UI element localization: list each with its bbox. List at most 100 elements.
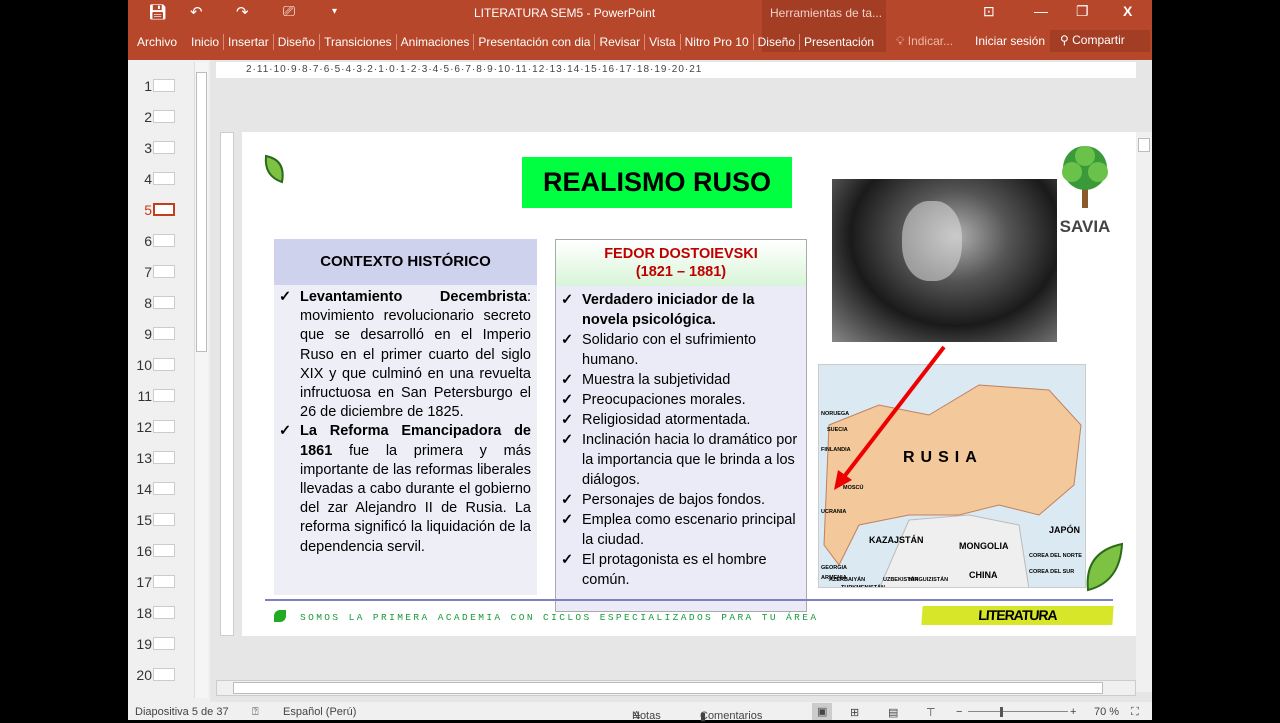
zoom-slider-thumb[interactable]: [1000, 707, 1003, 717]
tab-presentacion-diapositivas[interactable]: Presentación con dia: [474, 34, 596, 50]
undo-icon[interactable]: ↶: [190, 3, 203, 21]
context-item-bold: Levantamiento Decembrista: [300, 289, 527, 305]
zoom-in-button[interactable]: +: [1070, 706, 1076, 718]
slide-thumbnail[interactable]: 18: [128, 597, 198, 628]
redo-icon[interactable]: ↷: [236, 3, 249, 21]
tab-diseno[interactable]: Diseño: [274, 34, 321, 50]
slide-number: 5: [144, 202, 152, 218]
tell-me-label: Indicar...: [907, 34, 954, 48]
slide-thumbnail[interactable]: 8: [128, 287, 198, 318]
slide-number: 12: [136, 419, 152, 435]
thumbnail-preview: [153, 110, 175, 123]
zoom-slider[interactable]: [968, 711, 1068, 712]
slideshow-icon[interactable]: ⊤: [926, 706, 936, 719]
slide-thumbnail[interactable]: 19: [128, 628, 198, 659]
thumbnails-scrollbar[interactable]: [194, 62, 208, 698]
context-item: Levantamiento Decembrista: movimiento re…: [274, 288, 531, 422]
normal-view-icon[interactable]: ▣: [812, 703, 833, 720]
map-label: AZERBAIYÁN: [829, 577, 866, 583]
map-label: UCRANIA: [821, 509, 847, 515]
spellcheck-icon[interactable]: ⍰: [252, 706, 259, 719]
author-trait: Religiosidad atormentada.: [556, 410, 800, 430]
thumbnail-preview: [153, 389, 175, 402]
thumbnail-preview: [153, 327, 175, 340]
leaf-icon: [264, 154, 284, 184]
author-trait: Personajes de bajos fondos.: [556, 490, 800, 510]
slide-sorter-icon[interactable]: ⊞: [850, 706, 859, 719]
slide-title[interactable]: REALISMO RUSO: [522, 157, 792, 208]
slide-thumbnail[interactable]: 5: [128, 194, 198, 225]
slide-number: 7: [144, 264, 152, 280]
present-icon[interactable]: ⎚: [283, 3, 295, 20]
slide-thumbnail[interactable]: 7: [128, 256, 198, 287]
context-body[interactable]: Levantamiento Decembrista: movimiento re…: [274, 285, 537, 595]
fit-slide-icon[interactable]: ⛶: [1131, 706, 1139, 719]
thumbnail-preview: [153, 172, 175, 185]
tab-inicio[interactable]: Inicio: [187, 34, 225, 50]
author-textbox[interactable]: FEDOR DOSTOIEVSKI (1821 – 1881) Verdader…: [555, 239, 807, 612]
notes-label: Notas: [632, 710, 661, 722]
literatura-badge: LITERATURA: [921, 606, 1114, 625]
map-label: GEORGIA: [821, 565, 847, 571]
share-button[interactable]: ⚲ Compartir: [1050, 30, 1150, 52]
tab-insertar[interactable]: Insertar: [224, 34, 274, 50]
slide-canvas: REALISMO RUSO CONTEXTO HISTÓRICO Levanta…: [242, 132, 1136, 636]
slide-thumbnail[interactable]: 3: [128, 132, 198, 163]
thumbnail-preview: [153, 79, 175, 92]
language[interactable]: Español (Perú): [283, 706, 356, 718]
tab-transiciones[interactable]: Transiciones: [320, 34, 397, 50]
save-icon[interactable]: 💾︎: [148, 3, 167, 21]
reading-view-icon[interactable]: ▤: [888, 706, 898, 719]
map-label: COREA DEL NORTE: [1029, 553, 1082, 559]
author-trait: Inclinación hacia lo dramático por la im…: [556, 430, 800, 490]
close-button[interactable]: X: [1123, 3, 1132, 19]
author-trait: Preocupaciones morales.: [556, 390, 800, 410]
slide-thumbnail[interactable]: 13: [128, 442, 198, 473]
slide-thumbnail[interactable]: 2: [128, 101, 198, 132]
savia-logo: SAVIA: [1048, 142, 1122, 240]
context-item: La Reforma Emancipadora de 1861 fue la p…: [274, 422, 531, 556]
slide-thumbnail[interactable]: 10: [128, 349, 198, 380]
tab-table-presentacion[interactable]: Presentación: [800, 34, 878, 50]
ribbon-display-icon[interactable]: ⊡: [983, 3, 995, 20]
slide-thumbnail[interactable]: 14: [128, 473, 198, 504]
title-bar: 💾︎ ↶ ↷ ⎚ ▾ LITERATURA SEM5 - PowerPoint …: [128, 0, 1152, 60]
slide-thumbnail[interactable]: 4: [128, 163, 198, 194]
tell-me-search[interactable]: 💡︎ Indicar...: [896, 34, 953, 49]
slide-thumbnail[interactable]: 11: [128, 380, 198, 411]
thumbnail-preview: [153, 141, 175, 154]
slide-horizontal-scrollbar[interactable]: [216, 680, 1136, 696]
tab-vista[interactable]: Vista: [645, 34, 681, 50]
minimize-button[interactable]: —: [1034, 3, 1048, 19]
tab-animaciones[interactable]: Animaciones: [397, 34, 475, 50]
tab-archivo[interactable]: Archivo: [128, 34, 187, 50]
restore-button[interactable]: ❐: [1076, 3, 1089, 20]
context-heading[interactable]: CONTEXTO HISTÓRICO: [274, 239, 537, 285]
tab-table-diseno[interactable]: Diseño: [754, 34, 800, 50]
slide-thumbnail[interactable]: 17: [128, 566, 198, 597]
vertical-ruler: [220, 132, 234, 636]
map-label: JAPÓN: [1049, 525, 1081, 535]
red-arrow: [834, 345, 946, 490]
context-item-text: fue la primera y más importante de las r…: [300, 442, 531, 555]
slide-thumbnail[interactable]: 6: [128, 225, 198, 256]
share-label: Compartir: [1072, 33, 1125, 47]
slide-thumbnail[interactable]: 9: [128, 318, 198, 349]
slide-thumbnail[interactable]: 1: [128, 70, 198, 101]
thumbnail-preview: [153, 606, 175, 619]
slide-thumbnail[interactable]: 15: [128, 504, 198, 535]
zoom-out-button[interactable]: −: [956, 706, 962, 718]
sign-in-link[interactable]: Iniciar sesión: [975, 34, 1045, 48]
author-portrait[interactable]: [832, 179, 1057, 342]
thumbnail-preview: [153, 482, 175, 495]
customize-icon[interactable]: ▾: [332, 6, 337, 17]
tab-revisar[interactable]: Revisar: [595, 34, 646, 50]
slide-thumbnail[interactable]: 16: [128, 535, 198, 566]
slide-thumbnail[interactable]: 12: [128, 411, 198, 442]
tab-nitro[interactable]: Nitro Pro 10: [681, 34, 754, 50]
slide-thumbnail[interactable]: 20: [128, 659, 198, 690]
slide-number: 6: [144, 233, 152, 249]
slide-vertical-scrollbar[interactable]: [1136, 132, 1152, 692]
zoom-level[interactable]: 70 %: [1094, 706, 1119, 718]
slide-number: 17: [136, 574, 152, 590]
